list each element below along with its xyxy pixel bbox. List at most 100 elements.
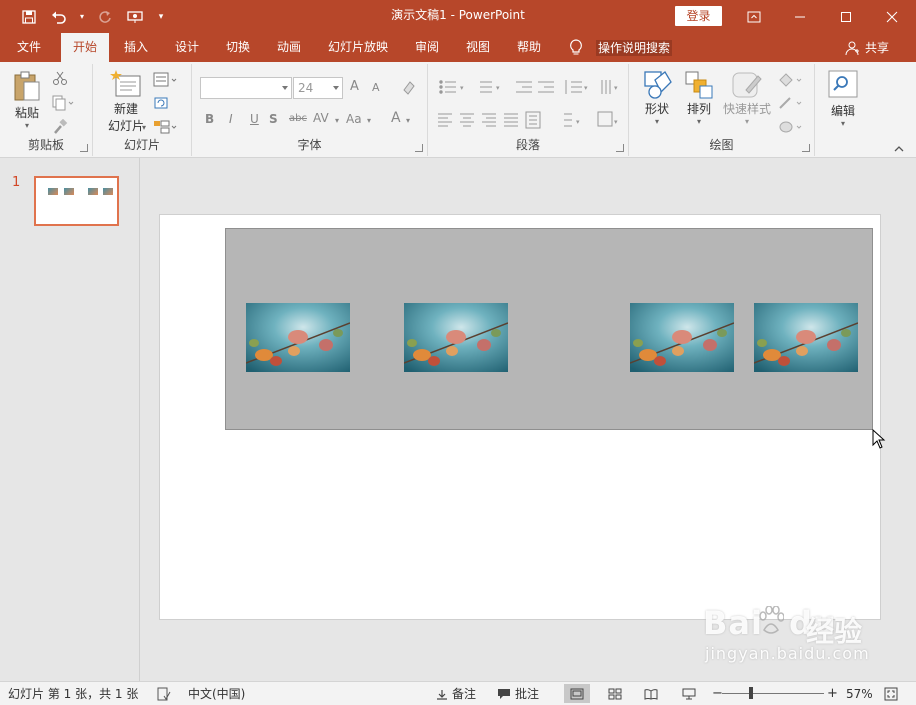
zoom-in-button[interactable]: + xyxy=(827,682,838,705)
slide-thumbnail-pane: 1 xyxy=(0,158,140,681)
tab-animations[interactable]: 动画 xyxy=(266,33,312,62)
shape-effects-icon[interactable] xyxy=(777,119,802,135)
vertical-scrollbar[interactable] xyxy=(906,158,916,681)
notes-button[interactable]: 备注 xyxy=(436,682,476,705)
change-case-dropdown-icon[interactable]: ▾ xyxy=(367,116,371,125)
zoom-level[interactable]: 57% xyxy=(846,682,873,705)
collapse-ribbon-icon[interactable] xyxy=(894,145,904,153)
clear-formatting-icon[interactable] xyxy=(400,80,416,96)
font-color-dropdown-icon[interactable]: ▾ xyxy=(406,116,410,125)
change-case-button[interactable]: Aa xyxy=(346,112,362,126)
font-name-combobox[interactable] xyxy=(200,77,292,99)
paw-icon xyxy=(759,606,784,634)
tell-me-search[interactable]: 操作说明搜索 xyxy=(596,40,673,56)
character-spacing-dropdown-icon[interactable]: ▾ xyxy=(335,116,339,125)
baidu-watermark: Bai du 经验 jingyan.baidu.com xyxy=(703,604,883,674)
flower-photo[interactable] xyxy=(246,303,350,372)
language-indicator[interactable]: 中文(中国) xyxy=(188,682,245,705)
zoom-slider-thumb[interactable] xyxy=(749,687,753,699)
flower-photo[interactable] xyxy=(630,303,734,372)
fit-to-window-icon[interactable] xyxy=(884,682,898,705)
tab-help[interactable]: 帮助 xyxy=(506,33,552,62)
spellcheck-icon[interactable] xyxy=(157,682,171,705)
present-from-start-icon[interactable] xyxy=(124,6,146,28)
format-painter-icon[interactable] xyxy=(52,118,68,135)
new-slide-dropdown-icon[interactable]: ▾ xyxy=(142,123,146,132)
tab-view[interactable]: 视图 xyxy=(455,33,501,62)
clipboard-launcher-icon[interactable] xyxy=(80,144,88,152)
thumbnail-image xyxy=(103,188,113,195)
ribbon-display-options-icon[interactable] xyxy=(731,0,777,33)
shapes-button[interactable]: 形状 ▾ xyxy=(637,70,677,126)
notes-icon xyxy=(437,689,447,700)
comment-icon xyxy=(498,688,510,699)
minimize-icon[interactable] xyxy=(777,0,823,33)
close-icon[interactable] xyxy=(869,0,915,33)
svg-text:▾: ▾ xyxy=(614,84,618,92)
character-spacing-button[interactable]: AV xyxy=(313,111,329,125)
watermark-url: jingyan.baidu.com xyxy=(705,644,870,663)
paragraph-tools-icon[interactable]: ▾ ▾ ▾ ▾ ▾ ▾ xyxy=(436,76,626,138)
customize-qat-icon[interactable]: ▾ xyxy=(154,6,168,28)
italic-button[interactable]: I xyxy=(229,112,233,126)
reset-icon[interactable] xyxy=(153,95,169,111)
reading-view-button[interactable] xyxy=(638,684,664,703)
tab-design[interactable]: 设计 xyxy=(164,33,210,62)
copy-icon[interactable] xyxy=(52,95,74,111)
arrange-button[interactable]: 排列 ▾ xyxy=(681,70,717,126)
svg-text:▾: ▾ xyxy=(614,118,618,126)
lightbulb-icon xyxy=(569,39,583,60)
slide-number: 1 xyxy=(12,175,21,190)
paragraph-group-label: 段落 xyxy=(515,138,540,152)
ribbon: 粘贴 ▾ 剪贴板 新建 幻灯片 ▾ 幻灯片 24 A A B I U S abc… xyxy=(0,62,916,158)
bold-button[interactable]: B xyxy=(205,112,214,126)
tab-file[interactable]: 文件 xyxy=(6,33,52,62)
tab-transitions[interactable]: 切换 xyxy=(215,33,261,62)
slideshow-view-button[interactable] xyxy=(676,684,702,703)
redo-icon[interactable] xyxy=(94,6,116,28)
drawing-launcher-icon[interactable] xyxy=(802,144,810,152)
thumbnail-image xyxy=(88,188,98,195)
quick-styles-icon xyxy=(732,72,762,98)
font-size-combobox[interactable]: 24 xyxy=(293,77,343,99)
underline-button[interactable]: U xyxy=(250,112,259,126)
shape-fill-icon[interactable] xyxy=(777,72,802,88)
quick-styles-button[interactable]: 快速样式 ▾ xyxy=(721,70,773,126)
font-color-button[interactable]: A xyxy=(391,110,401,126)
decrease-font-size-icon[interactable]: A xyxy=(372,81,380,94)
slide-sorter-view-button[interactable] xyxy=(602,684,628,703)
share-button[interactable]: 共享 xyxy=(845,33,889,62)
login-button[interactable]: 登录 xyxy=(675,6,722,26)
section-icon[interactable] xyxy=(153,119,177,135)
zoom-slider-track[interactable] xyxy=(722,693,824,694)
strikethrough-button[interactable]: abc xyxy=(289,113,307,124)
tab-slideshow[interactable]: 幻灯片放映 xyxy=(320,33,396,62)
normal-view-icon xyxy=(570,688,584,699)
undo-dropdown-icon[interactable]: ▾ xyxy=(78,6,86,28)
group-slides: 新建 幻灯片 ▾ 幻灯片 xyxy=(93,64,192,156)
slide-thumbnail[interactable] xyxy=(34,176,119,226)
svg-text:▾: ▾ xyxy=(584,84,588,92)
font-launcher-icon[interactable] xyxy=(415,144,423,152)
tab-insert[interactable]: 插入 xyxy=(113,33,159,62)
increase-font-size-icon[interactable]: A xyxy=(350,79,359,94)
editing-button[interactable]: 编辑 ▾ xyxy=(825,70,861,128)
shadow-button[interactable]: S xyxy=(269,112,278,126)
flower-photo[interactable] xyxy=(754,303,858,372)
shape-outline-icon[interactable] xyxy=(777,95,802,111)
flower-photo[interactable] xyxy=(404,303,508,372)
mouse-cursor-icon xyxy=(872,429,886,449)
paste-button[interactable]: 粘贴 ▾ xyxy=(10,70,44,130)
paragraph-launcher-icon[interactable] xyxy=(616,144,624,152)
maximize-icon[interactable] xyxy=(823,0,869,33)
save-icon[interactable] xyxy=(18,6,40,28)
cut-icon[interactable] xyxy=(52,70,68,86)
tab-home[interactable]: 开始 xyxy=(61,33,109,62)
group-font: 24 A A B I U S abc AV ▾ Aa ▾ A ▾ 字体 xyxy=(192,64,428,156)
tab-review[interactable]: 审阅 xyxy=(404,33,450,62)
undo-icon[interactable] xyxy=(48,6,70,28)
comments-button[interactable]: 批注 xyxy=(497,682,539,705)
layout-icon[interactable] xyxy=(153,72,177,88)
normal-view-button[interactable] xyxy=(564,684,590,703)
slide-info[interactable]: 幻灯片 第 1 张，共 1 张 xyxy=(8,682,138,705)
